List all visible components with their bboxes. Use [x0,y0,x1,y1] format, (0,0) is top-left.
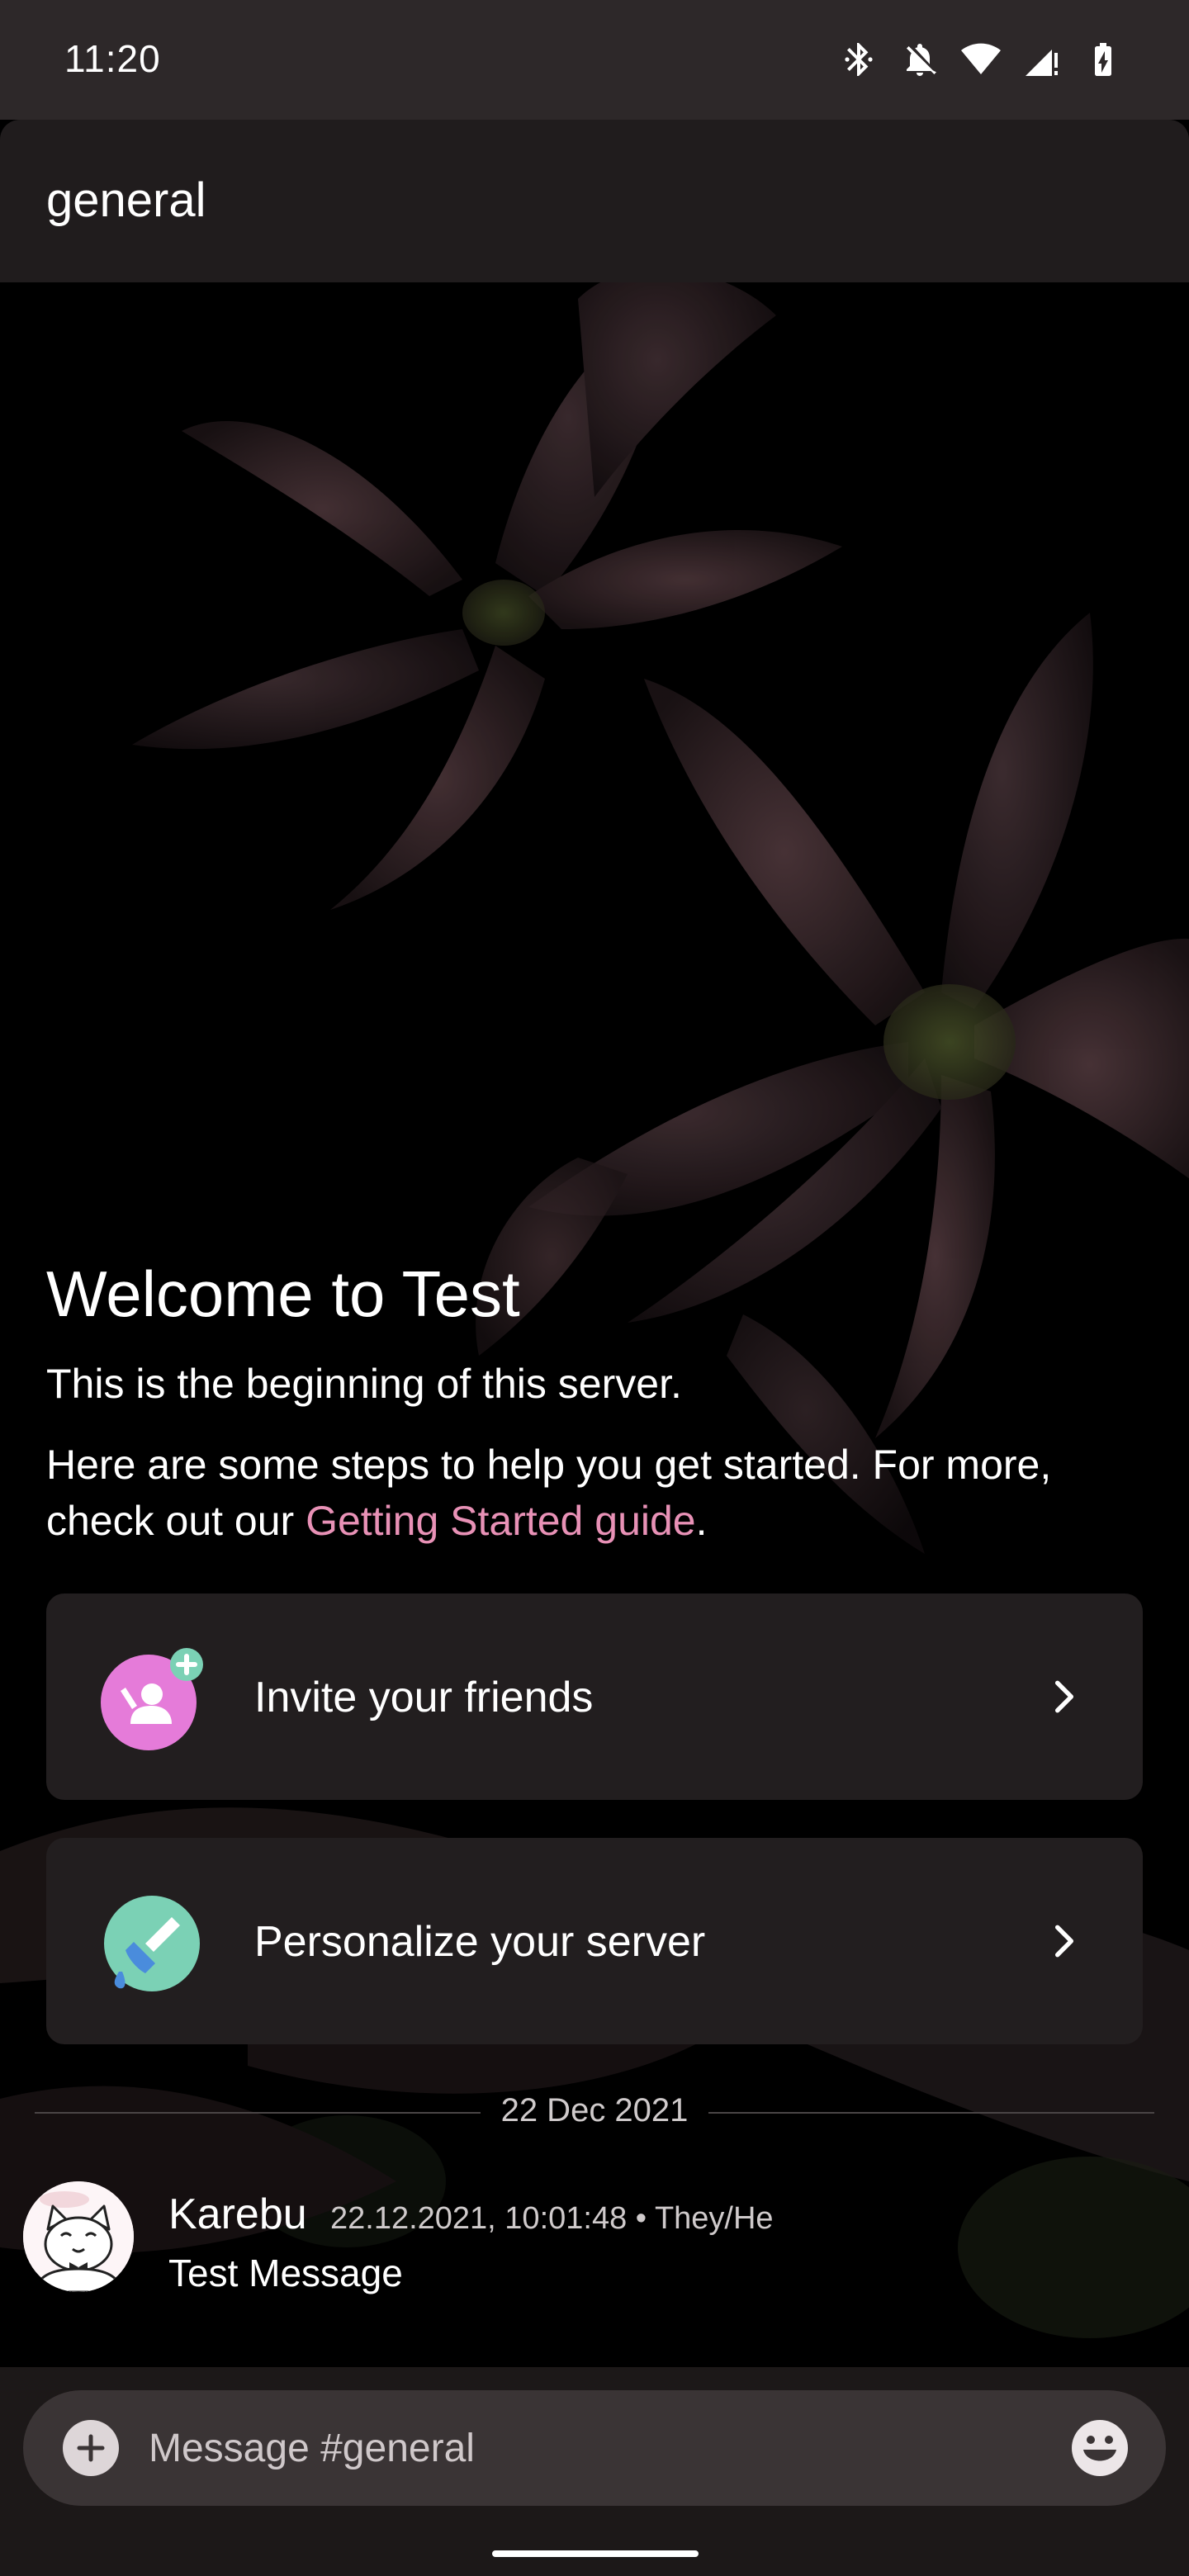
welcome-steps-end: . [695,1498,708,1544]
message-input[interactable] [149,2413,974,2483]
chevron-right-icon [1054,1680,1074,1713]
invite-friends-card[interactable]: Invite your friends [46,1593,1143,1800]
date-divider: 22 Dec 2021 [35,2087,1154,2137]
divider-line-right [708,2112,1154,2114]
bluetooth-icon [845,43,873,76]
welcome-steps: Here are some steps to help you get star… [46,1437,1153,1549]
getting-started-guide-link[interactable]: Getting Started guide [306,1498,696,1544]
chevron-right-icon [1054,1925,1074,1958]
message-meta: 22.12.2021, 10:01:48 • They/He [330,2201,774,2236]
battery-charging-icon [1095,43,1111,76]
invite-friends-icon [101,1648,203,1750]
personalize-server-label: Personalize your server [254,1918,706,1966]
notifications-off-icon [907,44,936,76]
signal-icon [1026,50,1058,76]
paintbrush-icon [104,1896,200,1991]
message-item[interactable]: Karebu 22.12.2021, 10:01:48 • They/He Te… [23,2181,1163,2305]
message-text: Test Message [168,2252,403,2294]
app-screen: 11:20 general Welcome to Test This is th… [0,0,1189,2576]
status-icons [839,36,1123,83]
invite-friends-label: Invite your friends [254,1674,594,1721]
divider-date: 22 Dec 2021 [500,2092,689,2129]
wifi-icon [961,43,1001,74]
status-time: 11:20 [64,37,161,80]
welcome-subtitle: This is the beginning of this server. [46,1361,682,1407]
welcome-title: Welcome to Test [46,1257,520,1330]
message-author[interactable]: Karebu [168,2190,307,2239]
home-indicator[interactable] [492,2550,699,2557]
channel-header: general [0,120,1189,282]
status-bar: 11:20 [0,0,1189,120]
message-composer[interactable] [23,2390,1166,2506]
add-icon [77,2434,105,2462]
channel-title: general [46,173,206,227]
add-attachment-button[interactable] [63,2420,119,2476]
emoji-icon[interactable] [1068,2417,1131,2479]
composer-bar [0,2367,1189,2576]
avatar[interactable] [23,2181,134,2292]
cat-avatar-image [23,2181,134,2292]
chat-area[interactable]: Welcome to Test This is the beginning of… [0,282,1189,2367]
personalize-server-card[interactable]: Personalize your server [46,1838,1143,2044]
